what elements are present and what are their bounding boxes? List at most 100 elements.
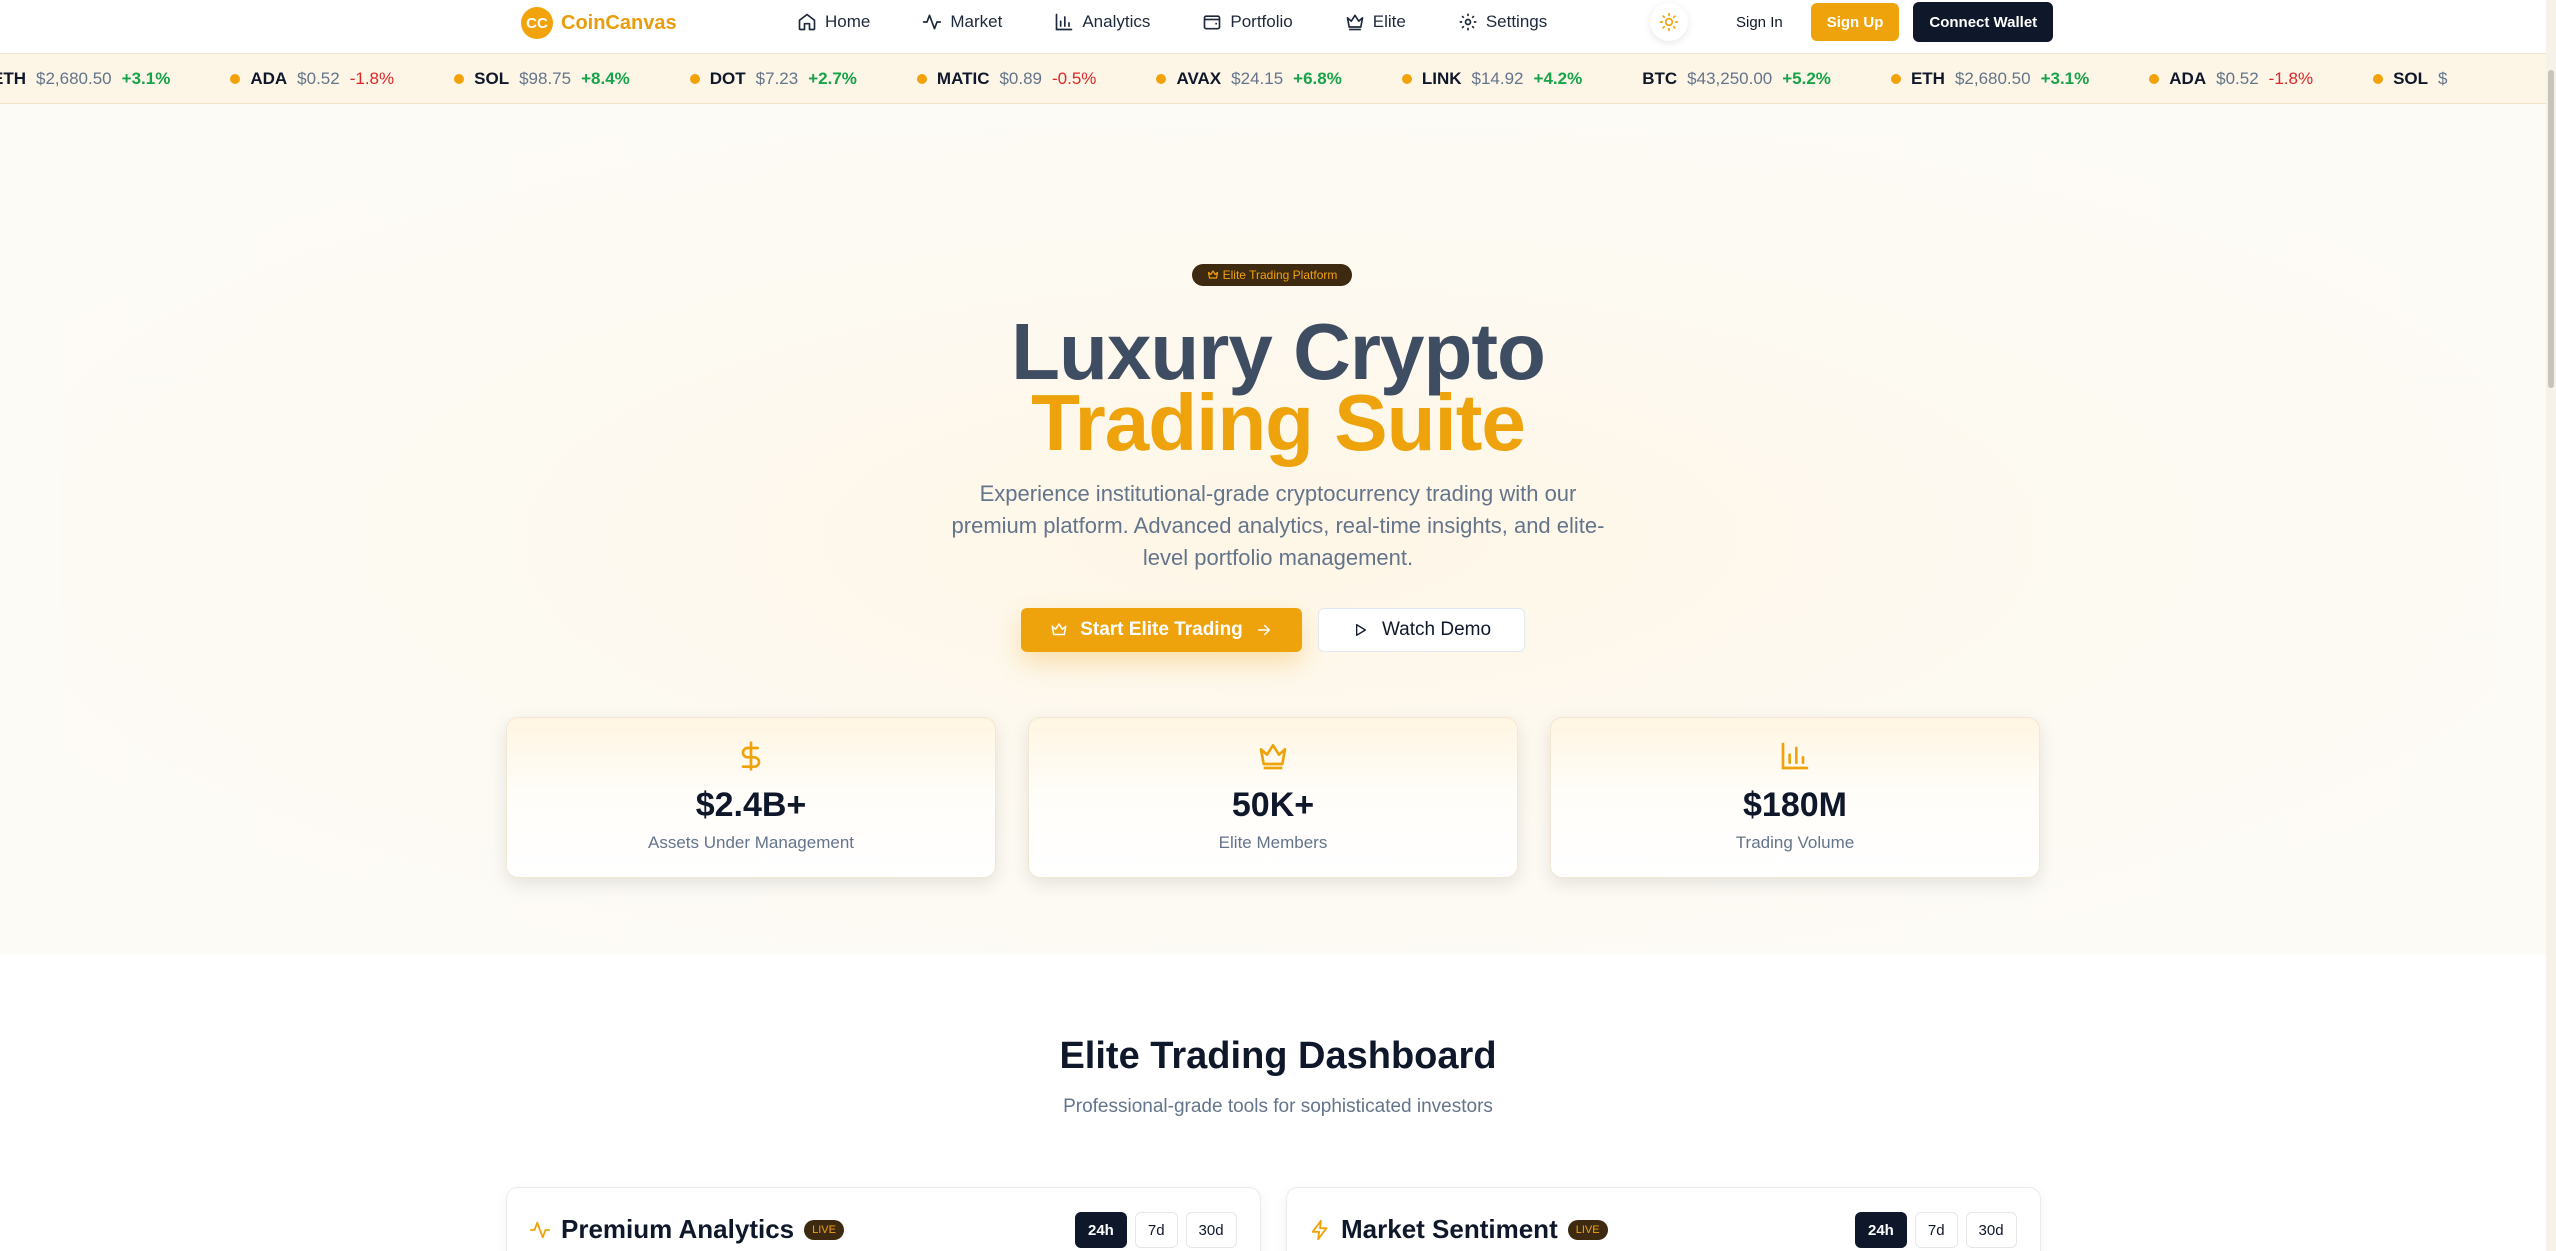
panel-title: Market Sentiment <box>1341 1214 1558 1244</box>
theme-toggle-button[interactable] <box>1650 3 1688 41</box>
ticker-price: $43,250.00 <box>1687 69 1773 88</box>
ticker-item[interactable]: SOL $98.75 +8.4% <box>454 69 630 89</box>
nav-actions: Sign In Sign Up Connect Wallet <box>1650 2 2054 42</box>
ticker-change: -1.8% <box>349 69 395 88</box>
nav-link-label: Settings <box>1485 12 1548 31</box>
watch-demo-button[interactable]: Watch Demo <box>1318 608 1525 652</box>
ticker-item[interactable]: ETH $2,680.50 +3.1% <box>1890 69 2090 89</box>
watch-demo-label: Watch Demo <box>1381 619 1492 640</box>
nav-link-home[interactable]: Home <box>797 12 870 32</box>
ticker-track: ETH $2,680.50 +3.1% ADA $0.52 -1.8% SOL $98.75 +… <box>0 54 2518 103</box>
start-trading-button[interactable]: Start Elite Trading <box>1021 608 1302 652</box>
ticker-symbol: DOT <box>709 69 746 88</box>
ticker-price: $14.92 <box>1471 69 1524 88</box>
ticker-change: +8.4% <box>581 69 630 88</box>
coin-dot-icon <box>1156 74 1167 84</box>
ticker-item[interactable]: BTC $43,250.00 +5.2% <box>1642 69 1831 89</box>
hero-title-line2: Trading Suite <box>1031 378 1526 467</box>
ticker-item[interactable]: LINK $14.92 +4.2% <box>1401 69 1583 89</box>
premium-analytics-panel: Premium Analytics LIVE 24h 7d 30d <box>506 1187 1261 1251</box>
ticker-symbol: ETH <box>1910 69 1945 88</box>
stat-label: Assets Under Management <box>648 833 854 852</box>
nav-link-label: Market <box>950 12 1003 31</box>
ticker-price: $2,680.50 <box>1954 69 2031 88</box>
hero-badge: Elite Trading Platform <box>1192 264 1352 286</box>
range-24h-button[interactable]: 24h <box>1855 1212 1907 1248</box>
main-nav: Home Market Analytics Portfolio Elite Se… <box>797 0 1547 44</box>
activity-icon <box>923 14 942 30</box>
dollar-icon <box>741 741 761 771</box>
scrollbar-thumb[interactable] <box>2548 70 2554 388</box>
ticker-symbol: AVAX <box>1176 69 1222 88</box>
gear-icon <box>1459 13 1477 31</box>
ticker-item[interactable]: ETH $2,680.50 +3.1% <box>0 69 170 89</box>
stat-card-volume: $180M Trading Volume <box>1550 717 2040 878</box>
range-24h-button[interactable]: 24h <box>1075 1212 1127 1248</box>
stat-card-assets: $2.4B+ Assets Under Management <box>506 717 996 878</box>
range-30d-button[interactable]: 30d <box>1965 1212 2017 1248</box>
nav-link-label: Elite <box>1372 12 1406 31</box>
nav-link-portfolio[interactable]: Portfolio <box>1202 12 1293 32</box>
nav-link-label: Analytics <box>1082 12 1151 31</box>
sun-icon <box>1659 12 1679 32</box>
start-trading-label: Start Elite Trading <box>1080 619 1243 640</box>
dashboard-subtitle: Professional-grade tools for sophisticat… <box>1063 1096 1493 1117</box>
nav-link-label: Home <box>825 12 871 31</box>
nav-link-label: Portfolio <box>1230 12 1293 31</box>
stat-card-members: 50K+ Elite Members <box>1028 717 1518 878</box>
ticker-price: $98.75 <box>519 69 572 88</box>
ticker-item[interactable]: ADA $0.52 -1.8% <box>2149 69 2313 89</box>
coin-dot-icon <box>2373 74 2384 84</box>
connect-wallet-button[interactable]: Connect Wallet <box>1913 2 2054 42</box>
crown-icon <box>1207 270 1218 279</box>
play-icon <box>1355 624 1366 636</box>
stat-label: Trading Volume <box>1735 833 1855 852</box>
ticker-symbol: ETH <box>0 69 26 88</box>
top-navbar: CC CoinCanvas Home Market Analytics Port… <box>0 0 2556 54</box>
ticker-price: $24.15 <box>1231 69 1284 88</box>
ticker-change: +4.2% <box>1533 69 1583 88</box>
ticker-symbol: MATIC <box>936 69 990 88</box>
ticker-price: $0.52 <box>297 69 340 88</box>
ticker-symbol: SOL <box>2393 69 2429 88</box>
coin-dot-icon <box>2149 74 2160 84</box>
zap-icon <box>1311 1219 1328 1240</box>
panel-title: Premium Analytics <box>561 1214 795 1244</box>
activity-icon <box>529 1221 551 1238</box>
ticker-price: $7.23 <box>755 69 799 88</box>
stat-label: Elite Members <box>1218 833 1328 852</box>
ticker-item[interactable]: ADA $0.52 -1.8% <box>230 69 394 89</box>
live-badge: LIVE <box>804 1219 844 1240</box>
brand-logo-link[interactable]: CC CoinCanvas <box>521 7 677 39</box>
ticker-symbol: BTC <box>1642 69 1678 88</box>
arrow-right-icon <box>1257 624 1270 636</box>
ticker-item[interactable]: MATIC $0.89 -0.5% <box>916 69 1096 89</box>
nav-link-settings[interactable]: Settings <box>1458 12 1547 32</box>
ticker-item[interactable]: SOL $ <box>2373 69 2457 89</box>
hero-badge-label: Elite Trading Platform <box>1222 268 1338 282</box>
dashboard-title: Elite Trading Dashboard <box>1059 1035 1497 1077</box>
home-icon <box>798 13 816 31</box>
range-7d-button[interactable]: 7d <box>1134 1212 1178 1248</box>
nav-link-analytics[interactable]: Analytics <box>1054 12 1150 32</box>
brand-name: CoinCanvas <box>561 11 677 34</box>
ticker-change: +3.1% <box>2040 69 2090 88</box>
stat-value: $2.4B+ <box>695 786 807 824</box>
ticker-price: $ <box>2438 69 2448 88</box>
ticker-symbol: ADA <box>2169 69 2207 88</box>
market-sentiment-panel: Market Sentiment LIVE 24h 7d 30d <box>1286 1187 2041 1251</box>
range-30d-button[interactable]: 30d <box>1185 1212 1237 1248</box>
nav-link-elite[interactable]: Elite <box>1345 12 1406 32</box>
live-badge: LIVE <box>1567 1219 1608 1240</box>
sign-in-button[interactable]: Sign In <box>1720 3 1799 41</box>
ticker-item[interactable]: DOT $7.23 +2.7% <box>689 69 857 89</box>
crown-icon <box>1051 623 1067 636</box>
brand-logo-icon: CC <box>521 7 553 39</box>
bar-chart-icon <box>1781 742 1809 770</box>
ticker-change: +2.7% <box>808 69 857 88</box>
coin-dot-icon <box>1401 74 1412 84</box>
nav-link-market[interactable]: Market <box>922 12 1002 32</box>
sign-up-button[interactable]: Sign Up <box>1810 3 1900 41</box>
ticker-item[interactable]: AVAX $24.15 +6.8% <box>1156 69 1342 89</box>
range-7d-button[interactable]: 7d <box>1914 1212 1958 1248</box>
